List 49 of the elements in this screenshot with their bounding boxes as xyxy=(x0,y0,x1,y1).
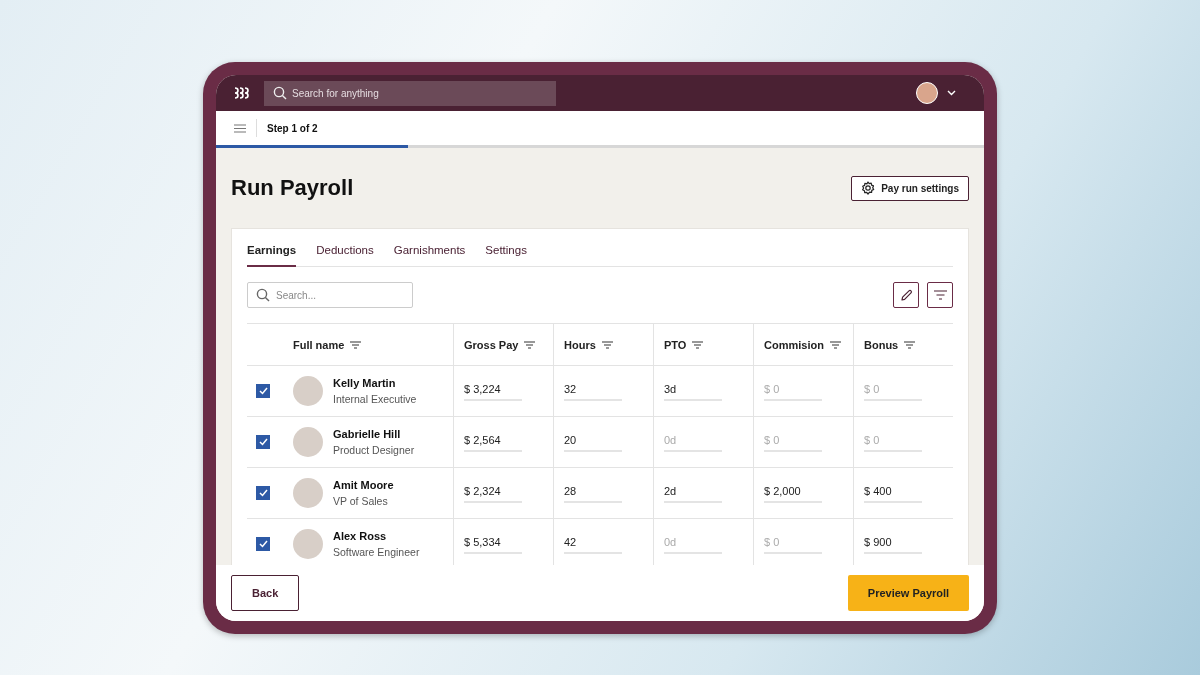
filter-icon xyxy=(933,290,947,300)
tab[interactable]: Garnishments xyxy=(393,244,466,267)
column-header[interactable]: Bonus xyxy=(864,338,916,351)
avatar[interactable] xyxy=(916,82,938,104)
pay-run-settings-button[interactable]: Pay run settings xyxy=(851,175,969,201)
employee-role: Software Engineer xyxy=(333,546,420,558)
search-field[interactable]: Search... xyxy=(247,282,413,308)
employee-role: Internal Executive xyxy=(333,393,417,405)
checkbox[interactable] xyxy=(256,537,270,551)
sort-icon xyxy=(350,340,362,349)
tab[interactable]: Settings xyxy=(485,244,527,267)
preview-payroll-button[interactable]: Preview Payroll xyxy=(848,575,969,611)
gear-icon xyxy=(861,181,876,195)
logo-icon xyxy=(234,86,250,100)
sort-icon xyxy=(829,340,841,349)
avatar xyxy=(293,529,323,559)
avatar xyxy=(293,376,323,406)
filter-button[interactable] xyxy=(927,282,953,308)
column-header[interactable]: PTO xyxy=(664,338,704,351)
tab[interactable]: Earnings xyxy=(247,244,297,267)
column-header[interactable]: Commision xyxy=(764,338,841,351)
page-title: Run Payroll xyxy=(231,175,355,201)
employee-role: VP of Sales xyxy=(333,495,389,507)
employee-name: Kelly Martin xyxy=(333,377,397,389)
tab[interactable]: Deductions xyxy=(316,244,374,267)
avatar xyxy=(293,427,323,457)
employee-name: Gabrielle Hill xyxy=(333,428,402,440)
checkbox[interactable] xyxy=(256,486,270,500)
sort-icon xyxy=(524,340,536,349)
sort-icon xyxy=(692,340,704,349)
employee-name: Amit Moore xyxy=(333,479,394,491)
avatar xyxy=(293,478,323,508)
employee-name: Alex Ross xyxy=(333,530,388,542)
chevron-down-icon xyxy=(947,90,956,96)
column-header[interactable]: Full name xyxy=(293,338,362,351)
checkbox[interactable] xyxy=(256,384,270,398)
menu-icon xyxy=(234,123,246,133)
column-header[interactable]: Gross Pay xyxy=(464,338,536,351)
menu-button[interactable] xyxy=(234,119,257,137)
sort-icon xyxy=(904,340,916,349)
sort-icon xyxy=(601,340,613,349)
pencil-icon xyxy=(899,288,913,302)
step-label: Step 1 of 2 xyxy=(267,122,318,134)
edit-button[interactable] xyxy=(893,282,919,308)
back-button[interactable]: Back xyxy=(231,575,300,611)
employee-role: Product Designer xyxy=(333,444,415,456)
search-field[interactable]: Search for anything xyxy=(264,80,556,106)
column-header[interactable]: Hours xyxy=(564,338,613,351)
checkbox[interactable] xyxy=(256,435,270,449)
